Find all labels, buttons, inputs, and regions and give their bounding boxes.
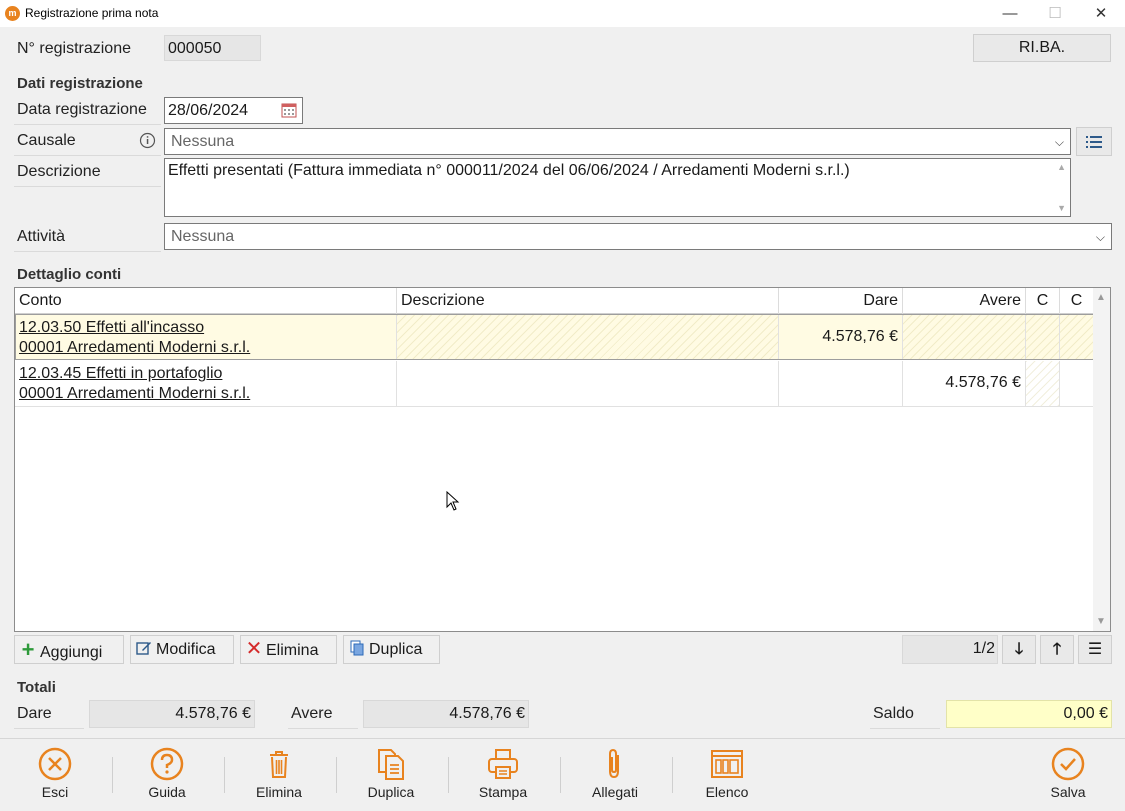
chevron-down-icon: ⌵	[1054, 135, 1064, 149]
column-header-dare[interactable]: Dare	[779, 288, 903, 314]
saldo-value: 0,00 €	[946, 700, 1112, 728]
edit-row-button[interactable]: Modifica	[130, 635, 234, 664]
plus-icon: +	[21, 637, 35, 662]
row-c1	[1026, 315, 1060, 359]
info-icon[interactable]	[139, 132, 156, 154]
causale-value: Nessuna	[171, 133, 235, 150]
add-row-button[interactable]: + Aggiungi	[14, 635, 124, 664]
data-registrazione-input[interactable]: 28/06/2024	[164, 97, 303, 124]
allegati-button[interactable]: Allegati	[570, 743, 660, 807]
row-dare: 4.578,76 €	[779, 315, 903, 359]
list-icon	[1086, 136, 1102, 148]
descrizione-label: Descrizione	[14, 163, 161, 187]
delete-x-icon: ✕	[245, 638, 263, 660]
descrizione-value: Effetti presentati (Fattura immediata n°…	[168, 162, 850, 179]
duplica-button[interactable]: Duplica	[346, 743, 436, 807]
riba-button[interactable]: RI.BA.	[973, 34, 1111, 62]
totale-dare-label: Dare	[14, 705, 84, 729]
minimize-button[interactable]: —	[987, 0, 1033, 27]
duplicate-row-button[interactable]: Duplica	[343, 635, 440, 664]
arrow-up-icon: 🡑	[1052, 641, 1062, 658]
totale-avere-label: Avere	[288, 705, 358, 729]
row-conto-account: 12.03.45 Effetti in portafoglio	[19, 365, 223, 382]
salva-button[interactable]: Salva	[1023, 743, 1113, 807]
saldo-label: Saldo	[870, 705, 940, 729]
column-header-conto[interactable]: Conto	[15, 288, 397, 314]
column-header-c1[interactable]: C	[1026, 288, 1060, 314]
scroll-down-icon[interactable]: ▼	[1096, 616, 1106, 627]
calendar-icon[interactable]	[281, 102, 297, 123]
attivita-select[interactable]: Nessuna ⌵	[164, 223, 1112, 250]
data-registrazione-value: 28/06/2024	[168, 102, 249, 119]
esci-button[interactable]: Esci	[10, 743, 100, 807]
totale-dare-value: 4.578,76 €	[89, 700, 255, 728]
table-row[interactable]: 12.03.45 Effetti in portafoglio 00001 Ar…	[15, 361, 1094, 407]
mouse-cursor-icon	[446, 491, 460, 511]
title-bar	[0, 0, 1125, 27]
attivita-label: Attività	[14, 228, 161, 252]
toolbar-divider	[0, 738, 1125, 739]
row-c2	[1060, 315, 1093, 359]
move-up-button[interactable]: 🡑	[1040, 635, 1074, 664]
row-conto-account: 12.03.50 Effetti all'incasso	[19, 319, 205, 336]
scroll-up-icon[interactable]: ▲	[1057, 162, 1066, 172]
delete-row-button[interactable]: ✕ Elimina	[240, 635, 337, 664]
row-conto-subject: 00001 Arredamenti Moderni s.r.l.	[19, 339, 251, 356]
row-avere: 4.578,76 €	[903, 361, 1026, 406]
menu-icon: ☰	[1087, 641, 1103, 658]
window-title: Registrazione prima nota	[25, 6, 159, 20]
duplicate-documents-icon	[378, 749, 404, 780]
row-dare	[779, 361, 903, 406]
elimina-button[interactable]: Elimina	[234, 743, 324, 807]
row-c1	[1026, 361, 1060, 406]
causale-list-button[interactable]	[1076, 127, 1112, 156]
column-header-descrizione[interactable]: Descrizione	[397, 288, 779, 314]
elenco-button[interactable]: Elenco	[682, 743, 772, 807]
paperclip-icon	[609, 748, 619, 779]
pager-indicator: 1/2	[902, 635, 998, 664]
printer-icon	[488, 749, 518, 779]
registration-number-label: N° registrazione	[17, 40, 131, 57]
section-dati-registrazione: Dati registrazione	[17, 75, 143, 92]
descrizione-textarea[interactable]: Effetti presentati (Fattura immediata n°…	[164, 158, 1071, 217]
maximize-button[interactable]: ☐	[1032, 0, 1078, 27]
causale-select[interactable]: Nessuna ⌵	[164, 128, 1071, 155]
arrow-down-icon: 🡓	[1014, 641, 1024, 658]
help-question-icon	[150, 747, 184, 781]
duplicate-icon	[348, 636, 366, 663]
totale-avere-value: 4.578,76 €	[363, 700, 529, 728]
trash-icon	[270, 751, 288, 778]
grid-scrollbar[interactable]: ▲ ▼	[1093, 288, 1110, 631]
row-c2	[1060, 361, 1094, 406]
move-down-button[interactable]: 🡓	[1002, 635, 1036, 664]
data-registrazione-label: Data registrazione	[14, 101, 161, 125]
accounts-grid[interactable]: Conto Descrizione Dare Avere C C 12.03.5…	[14, 287, 1111, 632]
grid-header: Conto Descrizione Dare Avere C C	[15, 288, 1094, 314]
table-row[interactable]: 12.03.50 Effetti all'incasso 00001 Arred…	[15, 314, 1094, 360]
attivita-value: Nessuna	[171, 228, 235, 245]
chevron-down-icon: ⌵	[1095, 230, 1105, 244]
stampa-button[interactable]: Stampa	[458, 743, 548, 807]
section-totali: Totali	[17, 679, 56, 696]
scroll-down-icon[interactable]: ▼	[1057, 203, 1066, 213]
row-avere	[903, 315, 1026, 359]
close-button[interactable]: ✕	[1078, 0, 1124, 27]
row-descrizione	[397, 361, 779, 406]
scroll-up-icon[interactable]: ▲	[1096, 292, 1106, 303]
registration-number-field: 000050	[164, 35, 261, 61]
guida-button[interactable]: Guida	[122, 743, 212, 807]
save-check-icon	[1051, 747, 1085, 781]
app-logo-icon: m	[5, 6, 20, 21]
column-header-c2[interactable]: C	[1060, 288, 1094, 314]
column-header-avere[interactable]: Avere	[903, 288, 1026, 314]
section-dettaglio-conti: Dettaglio conti	[17, 266, 122, 283]
exit-circle-x-icon	[38, 747, 72, 781]
row-descrizione	[397, 315, 779, 359]
edit-icon	[135, 636, 153, 663]
row-conto-subject: 00001 Arredamenti Moderni s.r.l.	[19, 385, 251, 402]
list-window-icon	[711, 750, 743, 778]
grid-menu-button[interactable]: ☰	[1078, 635, 1112, 664]
